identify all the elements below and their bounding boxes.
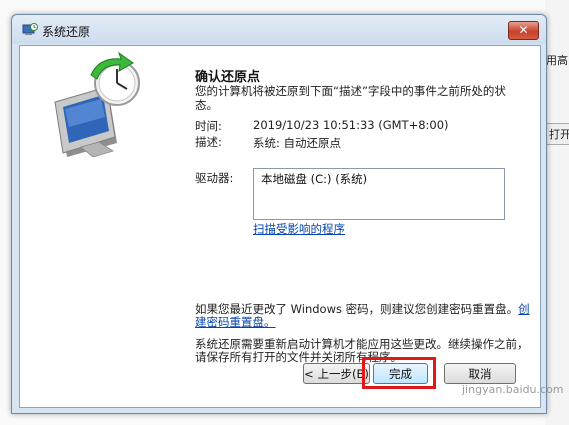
close-button[interactable]: ✕ <box>508 21 539 40</box>
watermark: jingyan.baidu.com <box>462 383 564 396</box>
list-item[interactable]: 本地磁盘 (C:) (系统) <box>261 171 367 187</box>
close-icon: ✕ <box>518 23 529 37</box>
dialog-content: 确认还原点 您的计算机将被还原到下面“描述”字段中的事件之前所处的状态。 时间:… <box>19 45 541 408</box>
back-button[interactable]: < 上一步(B) <box>303 363 370 384</box>
scan-affected-programs-link[interactable]: 扫描受影响的程序 <box>253 221 345 237</box>
cancel-button[interactable]: 取消 <box>444 363 516 384</box>
finish-highlight-box <box>362 357 436 389</box>
password-reset-text: 如果您最近更改了 Windows 密码，则建议您创建密码重置盘。 <box>195 302 519 316</box>
window-title: 系统还原 <box>42 25 91 39</box>
page-description: 您的计算机将被还原到下面“描述”字段中的事件之前所处的状态。 <box>195 84 506 112</box>
password-reset-note: 如果您最近更改了 Windows 密码，则建议您创建密码重置盘。创建密码重置盘。 <box>195 303 530 329</box>
time-value: 2019/10/23 10:51:33 (GMT+8:00) <box>253 118 449 132</box>
system-restore-icon <box>22 23 38 35</box>
background-open-button[interactable]: 打开 <box>546 123 569 145</box>
description-label: 描述: <box>195 135 222 149</box>
drives-label: 驱动器: <box>195 171 234 185</box>
page-title: 确认还原点 <box>195 70 261 85</box>
drives-list[interactable]: 本地磁盘 (C:) (系统) <box>253 168 505 220</box>
background-text: 用高 <box>546 54 568 67</box>
time-label: 时间: <box>195 119 222 133</box>
restore-illustration-icon <box>54 51 140 157</box>
title-bar[interactable]: 系统还原 ✕ <box>12 15 546 44</box>
system-restore-dialog: 系统还原 ✕ 确认还原点 您的计算机将被还原到下面“描述”字段中的事件之前所处的… <box>11 14 547 414</box>
description-value: 系统: 自动还原点 <box>253 136 342 150</box>
